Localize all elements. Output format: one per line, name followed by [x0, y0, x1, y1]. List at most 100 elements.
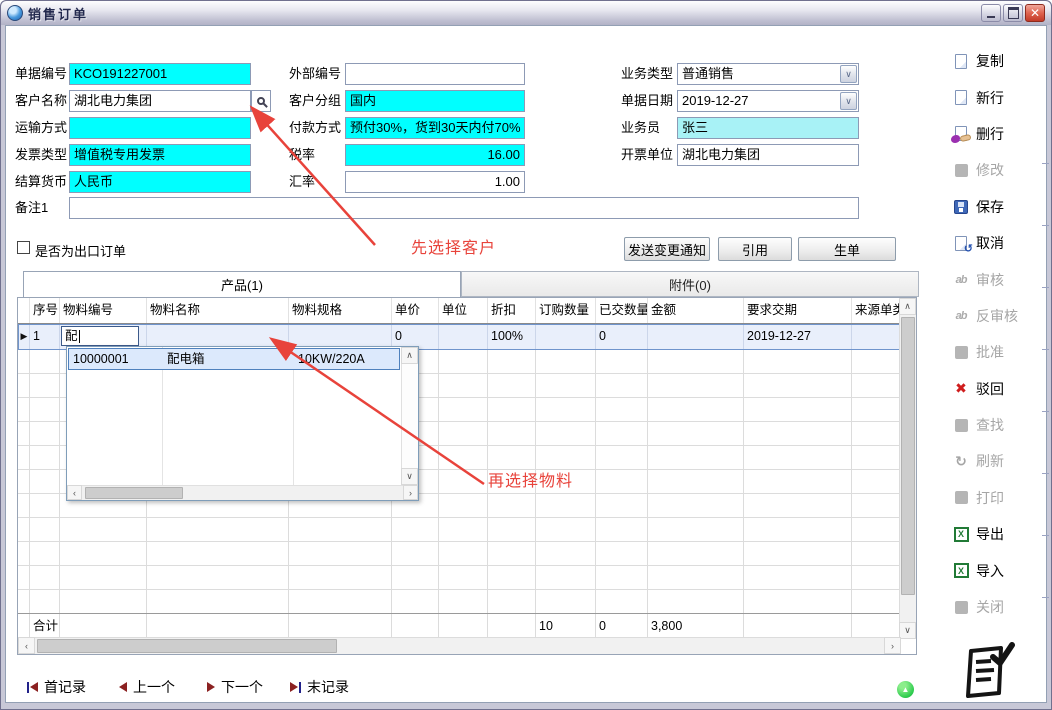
cell-source-type[interactable] — [852, 324, 901, 350]
grid-header-price[interactable]: 单价 — [392, 298, 439, 323]
doc-no-field[interactable]: KCO191227001 — [69, 63, 251, 85]
payment-label: 付款方式 — [289, 117, 341, 139]
delete-row-icon — [951, 125, 971, 143]
customer-label: 客户名称 — [15, 90, 67, 112]
cell-seq[interactable]: 1 — [30, 324, 60, 350]
nav-last-record[interactable]: 末记录 — [290, 677, 349, 697]
send-change-notice-button[interactable]: 发送变更通知 — [624, 237, 710, 261]
scroll-down-icon[interactable] — [899, 622, 916, 639]
cell-unit[interactable] — [439, 324, 488, 350]
exchange-rate-field[interactable]: 1.00 — [345, 171, 525, 193]
audit-icon — [951, 271, 971, 289]
grid-header-indicator — [18, 298, 30, 323]
next-icon — [207, 682, 215, 692]
save-button[interactable]: 保存 — [951, 189, 1045, 225]
refresh-button: 刷新 — [951, 443, 1045, 479]
tab-product[interactable]: 产品(1) — [23, 271, 461, 297]
salesman-label: 业务员 — [621, 117, 660, 139]
refresh-icon — [951, 452, 971, 470]
close-button[interactable] — [1025, 4, 1045, 22]
grid-header-amount[interactable]: 金额 — [648, 298, 744, 323]
grid-header-code[interactable]: 物料编号 — [60, 298, 147, 323]
popup-vertical-scrollbar[interactable] — [401, 347, 418, 485]
grid-horizontal-scrollbar[interactable] — [18, 637, 901, 654]
salesman-field[interactable]: 张三 — [677, 117, 859, 139]
material-code-input[interactable]: 配 — [61, 326, 139, 346]
app-globe-icon — [7, 5, 23, 21]
unaudit-button: 反审核 — [951, 298, 1045, 334]
scroll-thumb[interactable] — [37, 639, 337, 653]
titlebar: 销售订单 — [1, 1, 1051, 25]
cell-discount[interactable]: 100% — [488, 324, 536, 350]
search-icon — [257, 97, 265, 105]
delete-row-button[interactable]: 删行 — [951, 116, 1045, 152]
grid-header-delivered[interactable]: 已交数量 — [596, 298, 648, 323]
scroll-right-icon[interactable] — [884, 637, 901, 654]
nav-next[interactable]: 下一个 — [207, 677, 263, 697]
reject-button[interactable]: 驳回 — [951, 371, 1045, 407]
copy-button[interactable]: 复制 — [951, 43, 1045, 79]
cell-delivered[interactable]: 0 — [596, 324, 648, 350]
scroll-thumb[interactable] — [85, 487, 183, 499]
doc-date-select[interactable]: 2019-12-27 — [677, 90, 859, 112]
grid-vertical-scrollbar[interactable] — [899, 298, 916, 639]
exchange-rate-label: 汇率 — [289, 171, 315, 193]
grid-header-discount[interactable]: 折扣 — [488, 298, 536, 323]
reject-x-icon — [951, 380, 971, 398]
export-order-checkbox[interactable] — [17, 241, 30, 254]
reference-button[interactable]: 引用 — [718, 237, 792, 261]
grid-total-row: 合计 10 0 3,800 — [18, 613, 901, 639]
material-spec: 10KW/220A — [294, 349, 398, 369]
biz-type-label: 业务类型 — [621, 63, 673, 85]
grid-header-unit[interactable]: 单位 — [439, 298, 488, 323]
tax-rate-field[interactable]: 16.00 — [345, 144, 525, 166]
modify-button: 修改 — [951, 152, 1045, 188]
invoice-type-field[interactable]: 增值税专用发票 — [69, 144, 251, 166]
material-option-selected[interactable]: 10000001 配电箱 10KW/220A — [68, 348, 400, 370]
customer-search-button[interactable] — [251, 90, 271, 112]
cust-group-field[interactable]: 国内 — [345, 90, 525, 112]
scroll-left-icon[interactable] — [18, 637, 35, 654]
remark-field[interactable] — [69, 197, 859, 219]
scroll-right-icon[interactable] — [403, 485, 418, 500]
grid-header-seq[interactable]: 序号 — [30, 298, 60, 323]
tab-attachment[interactable]: 附件(0) — [461, 271, 919, 297]
grid-header-due-date[interactable]: 要求交期 — [744, 298, 852, 323]
ext-no-field[interactable] — [345, 63, 525, 85]
scroll-up-icon[interactable] — [899, 298, 916, 315]
chevron-down-icon[interactable] — [840, 92, 857, 110]
generate-order-button[interactable]: 生单 — [798, 237, 896, 261]
currency-field[interactable]: 人民币 — [69, 171, 251, 193]
customer-field[interactable]: 湖北电力集团 — [69, 90, 251, 112]
grid-header-source-type[interactable]: 来源单类 — [852, 298, 901, 323]
cell-amount[interactable] — [648, 324, 744, 350]
scroll-down-icon[interactable] — [401, 468, 418, 485]
maximize-button[interactable] — [1003, 4, 1023, 22]
scroll-up-icon[interactable] — [401, 347, 418, 364]
minimize-button[interactable] — [981, 4, 1001, 22]
popup-horizontal-scrollbar[interactable] — [67, 485, 418, 500]
grid-header-spec[interactable]: 物料规格 — [289, 298, 392, 323]
toolbar-sidebar: 复制 新行 删行 修改 保存 取消 审核 反审核 批准 驳回 — [951, 43, 1045, 625]
payment-field[interactable]: 预付30%，货到30天内付70% — [345, 117, 525, 139]
chevron-down-icon[interactable] — [840, 65, 857, 83]
scroll-thumb[interactable] — [901, 317, 915, 595]
import-button[interactable]: 导入 — [951, 552, 1045, 588]
new-row-button[interactable]: 新行 — [951, 79, 1045, 115]
nav-previous[interactable]: 上一个 — [119, 677, 175, 697]
export-button[interactable]: 导出 — [951, 516, 1045, 552]
invoice-unit-field[interactable]: 湖北电力集团 — [677, 144, 859, 166]
scroll-left-icon[interactable] — [67, 485, 82, 500]
cell-due-date[interactable]: 2019-12-27 — [744, 324, 852, 350]
total-label: 合计 — [30, 614, 60, 639]
grid-header-order-qty[interactable]: 订购数量 — [536, 298, 596, 323]
cancel-button[interactable]: 取消 — [951, 225, 1045, 261]
new-page-icon — [951, 89, 971, 107]
print-button: 打印 — [951, 480, 1045, 516]
nav-first-record[interactable]: 首记录 — [27, 677, 86, 697]
grid-header-name[interactable]: 物料名称 — [147, 298, 289, 323]
biz-type-select[interactable]: 普通销售 — [677, 63, 859, 85]
cell-order-qty[interactable] — [536, 324, 596, 350]
transport-field[interactable] — [69, 117, 251, 139]
total-amount: 3,800 — [648, 614, 744, 639]
